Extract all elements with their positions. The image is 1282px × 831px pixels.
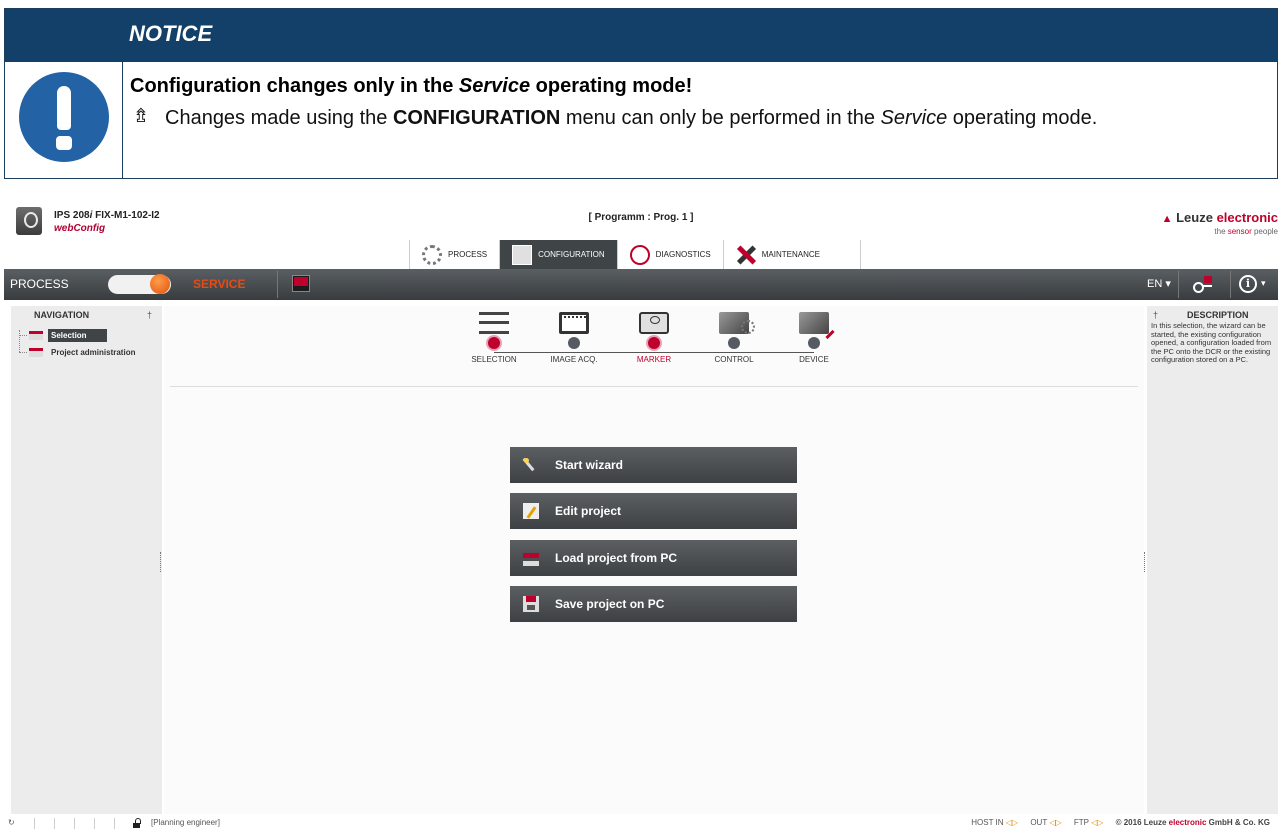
- arrow-right-icon: ⇯: [133, 106, 149, 127]
- main-tabs: PROCESS CONFIGURATION DIAGNOSTICS MAINTE…: [409, 240, 861, 269]
- nav-item-project-administration[interactable]: Project administration: [19, 345, 159, 360]
- step-marker[interactable]: MARKER: [614, 306, 694, 364]
- step-dot: [808, 337, 820, 349]
- user-role: [Planning engineer]: [151, 818, 220, 827]
- tab-process[interactable]: PROCESS: [410, 240, 501, 269]
- notice-box: NOTICE Configuration changes only in the…: [4, 8, 1278, 179]
- save-icon: [523, 596, 539, 612]
- ftp-status: FTP ◁▷: [1073, 818, 1104, 827]
- refresh-icon[interactable]: ↻: [8, 818, 15, 827]
- description-pane: † DESCRIPTION In this selection, the wiz…: [1147, 306, 1278, 814]
- notice-header: NOTICE: [5, 9, 1277, 62]
- description-text: In this selection, the wizard can be sta…: [1151, 321, 1272, 364]
- language-select[interactable]: EN ▾: [1147, 277, 1171, 290]
- gear-icon: [422, 244, 442, 265]
- io-arrows-icon: ◁▷: [1049, 818, 1062, 827]
- load-icon: [523, 550, 539, 566]
- edit-icon: [523, 503, 539, 519]
- brand-slogan: the sensor people: [1214, 227, 1278, 236]
- tab-diagnostics[interactable]: DIAGNOSTICS: [617, 240, 724, 269]
- tools-icon: [736, 245, 756, 265]
- app-subtitle: webConfig: [54, 223, 106, 234]
- control-icon: [719, 312, 755, 334]
- navigation-title: NAVIGATION: [34, 310, 90, 320]
- tab-maintenance[interactable]: MAINTENANCE: [723, 240, 861, 269]
- save-project-button[interactable]: Save project on PC: [510, 586, 797, 622]
- program-title: [ Programm : Prog. 1 ]: [588, 212, 694, 223]
- edit-project-button[interactable]: Edit project: [510, 493, 797, 529]
- step-dot: [728, 337, 740, 349]
- chevron-down-icon[interactable]: ▾: [1261, 278, 1266, 289]
- host-in-status: HOST IN ◁▷: [971, 818, 1019, 827]
- list-icon: [479, 312, 509, 334]
- monitor-icon[interactable]: [292, 275, 310, 292]
- toolbar-divider: [277, 271, 278, 298]
- notice-body: Changes made using the CONFIGURATION men…: [165, 107, 1098, 129]
- nav-item-selection[interactable]: Selection: [19, 328, 159, 343]
- process-mode-label: PROCESS: [10, 277, 69, 291]
- config-icon: [512, 244, 533, 265]
- logo-triangle-icon: ▲: [1161, 213, 1173, 225]
- step-control[interactable]: CONTROL: [694, 306, 774, 364]
- toolbar-divider: [1230, 271, 1231, 298]
- io-arrows-icon: ◁▷: [1091, 818, 1104, 827]
- tab-configuration[interactable]: CONFIGURATION: [500, 240, 618, 269]
- unlock-icon: [132, 818, 141, 828]
- stethoscope-icon: [629, 244, 650, 265]
- description-title: DESCRIPTION: [1187, 310, 1249, 320]
- wizard-steps: SELECTION IMAGE ACQ. MARKER CONTROL DEVI: [454, 306, 854, 376]
- folder-icon: [29, 331, 43, 340]
- notice-heading: Configuration changes only in the Servic…: [130, 75, 693, 97]
- description-splitter[interactable]: [1144, 552, 1145, 572]
- step-selection[interactable]: SELECTION: [454, 306, 534, 364]
- status-bar: ↻ [Planning engineer] HOST IN ◁▷ OUT ◁▷ …: [4, 818, 1278, 830]
- toolbar: PROCESS SERVICE EN ▾ i ▾: [4, 269, 1278, 300]
- device-icon: [799, 312, 829, 334]
- nav-splitter[interactable]: [160, 552, 161, 572]
- io-arrows-icon: ◁▷: [1005, 818, 1019, 827]
- copyright: © 2016 Leuze electronic GmbH & Co. KG: [1115, 818, 1270, 827]
- start-wizard-button[interactable]: Start wizard: [510, 447, 797, 483]
- info-icon[interactable]: i: [1239, 275, 1257, 293]
- out-status: OUT ◁▷: [1030, 818, 1062, 827]
- pin-icon[interactable]: †: [147, 310, 152, 320]
- wand-icon: [523, 457, 539, 473]
- step-image-acq[interactable]: IMAGE ACQ.: [534, 306, 614, 364]
- load-project-button[interactable]: Load project from PC: [510, 540, 797, 576]
- pin-icon[interactable]: †: [1153, 310, 1158, 320]
- login-key-icon[interactable]: [1193, 276, 1213, 293]
- webconfig-app: IPS 208i FIX-M1-102-I2 webConfig [ Progr…: [4, 207, 1278, 830]
- step-dot: [568, 337, 580, 349]
- navigation-pane: NAVIGATION † Selection Project administr…: [11, 306, 162, 814]
- step-dot: [488, 337, 500, 349]
- status-cells: [34, 818, 134, 829]
- mode-toggle-knob[interactable]: [150, 274, 170, 294]
- status-right: HOST IN ◁▷ OUT ◁▷ FTP ◁▷ © 2016 Leuze el…: [971, 818, 1270, 827]
- notice-title: NOTICE: [129, 21, 213, 46]
- camera-icon: [639, 312, 669, 334]
- notice-icon-column: [5, 62, 123, 178]
- brand-logo: ▲ Leuze electronic: [1161, 210, 1278, 225]
- main-content: SELECTION IMAGE ACQ. MARKER CONTROL DEVI: [164, 306, 1144, 814]
- step-dot: [648, 337, 660, 349]
- film-icon: [559, 312, 589, 334]
- wizard-divider: [170, 386, 1138, 387]
- toolbar-divider: [1178, 271, 1179, 298]
- exclamation-icon: [19, 72, 109, 162]
- folder-icon: [29, 348, 43, 357]
- step-device[interactable]: DEVICE: [774, 306, 854, 364]
- service-mode-label: SERVICE: [193, 277, 246, 291]
